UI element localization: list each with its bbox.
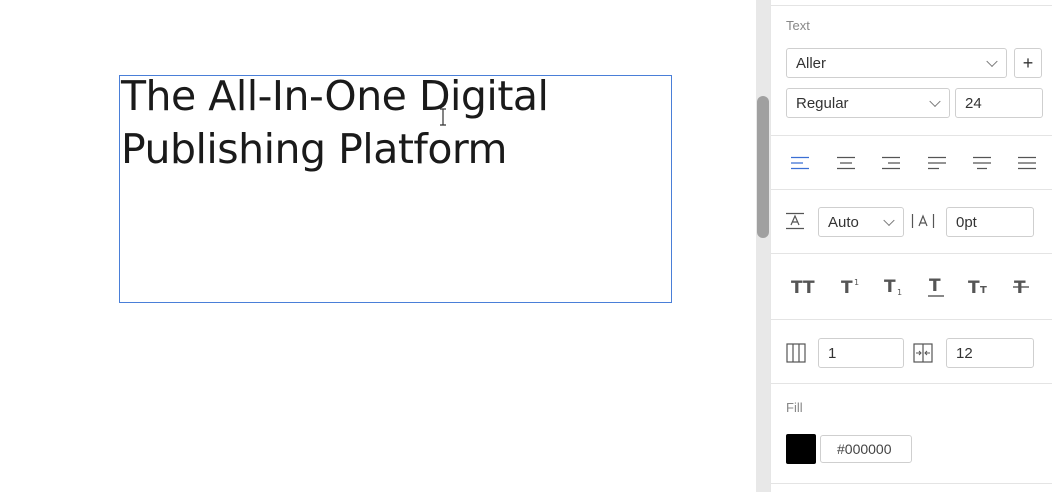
font-size-input[interactable]: 24	[955, 88, 1043, 118]
fill-color-swatch[interactable]	[786, 434, 816, 464]
letter-spacing-icon	[911, 210, 935, 232]
fill-hex-input[interactable]: #000000	[820, 435, 912, 463]
font-size-value: 24	[965, 94, 982, 112]
small-caps-icon[interactable]: TT	[968, 276, 992, 298]
column-count-input[interactable]: 1	[818, 338, 904, 368]
align-center-icon[interactable]	[835, 153, 857, 173]
letter-spacing-value: 0pt	[956, 213, 977, 231]
font-family-select[interactable]: Aller	[786, 48, 1007, 78]
svg-text:1: 1	[854, 278, 859, 287]
subscript-icon[interactable]: T1	[884, 276, 908, 298]
svg-text:T: T	[980, 285, 987, 296]
columns-section: 1 12	[771, 320, 1052, 384]
line-height-value: Auto	[828, 213, 859, 231]
align-left-icon[interactable]	[789, 153, 811, 173]
section-divider	[771, 0, 1052, 6]
justify-all-icon[interactable]	[1016, 153, 1038, 173]
properties-panel: Text Aller + Regular 24 Auto 0pt TT T 1 …	[770, 0, 1052, 492]
font-family-value: Aller	[796, 54, 827, 72]
text-styles-section: TT T1 T1 T TT T	[771, 254, 1052, 320]
text-section-label: Text	[786, 18, 810, 33]
font-weight-value: Regular	[796, 94, 849, 112]
justify-left-icon[interactable]	[926, 153, 948, 173]
text-section: Text Aller + Regular 24	[771, 0, 1052, 136]
fill-section-label: Fill	[786, 400, 803, 415]
chevron-down-icon	[883, 214, 895, 227]
fill-hex-value: #000000	[837, 441, 892, 457]
fill-section: Fill #000000	[771, 384, 1052, 484]
column-gutter-input[interactable]: 12	[946, 338, 1034, 368]
line-height-icon	[784, 210, 806, 232]
underline-icon[interactable]: T	[926, 276, 948, 298]
svg-text:T: T	[968, 278, 980, 296]
justify-center-icon[interactable]	[971, 153, 993, 173]
alignment-section	[771, 136, 1052, 190]
column-gutter-value: 12	[956, 344, 973, 362]
canvas[interactable]: The All-In-One Digital Publishing Platfo…	[0, 0, 756, 492]
line-height-select[interactable]: Auto	[818, 207, 904, 237]
chevron-down-icon	[986, 55, 998, 68]
svg-text:T: T	[929, 276, 941, 296]
column-count-value: 1	[828, 344, 837, 362]
svg-text:TT: TT	[791, 278, 815, 296]
chevron-down-icon	[929, 95, 941, 108]
plus-icon: +	[1022, 52, 1034, 73]
scrollbar[interactable]	[756, 0, 770, 492]
scrollbar-thumb[interactable]	[757, 96, 769, 238]
strikethrough-icon[interactable]: T	[1011, 276, 1033, 298]
align-right-icon[interactable]	[880, 153, 902, 173]
svg-text:T: T	[884, 277, 896, 297]
all-caps-icon[interactable]: TT	[791, 276, 821, 298]
text-frame[interactable]: The All-In-One Digital Publishing Platfo…	[119, 72, 672, 303]
spacing-section: Auto 0pt	[771, 190, 1052, 254]
superscript-icon[interactable]: T1	[841, 276, 865, 298]
svg-text:T: T	[841, 278, 853, 296]
columns-icon	[785, 342, 807, 364]
text-frame-content[interactable]: The All-In-One Digital Publishing Platfo…	[121, 70, 549, 176]
add-font-button[interactable]: +	[1014, 48, 1042, 78]
letter-spacing-input[interactable]: 0pt	[946, 207, 1034, 237]
text-cursor-icon	[438, 108, 448, 126]
font-weight-select[interactable]: Regular	[786, 88, 950, 118]
svg-text:1: 1	[897, 288, 902, 297]
gutter-icon	[912, 342, 934, 364]
